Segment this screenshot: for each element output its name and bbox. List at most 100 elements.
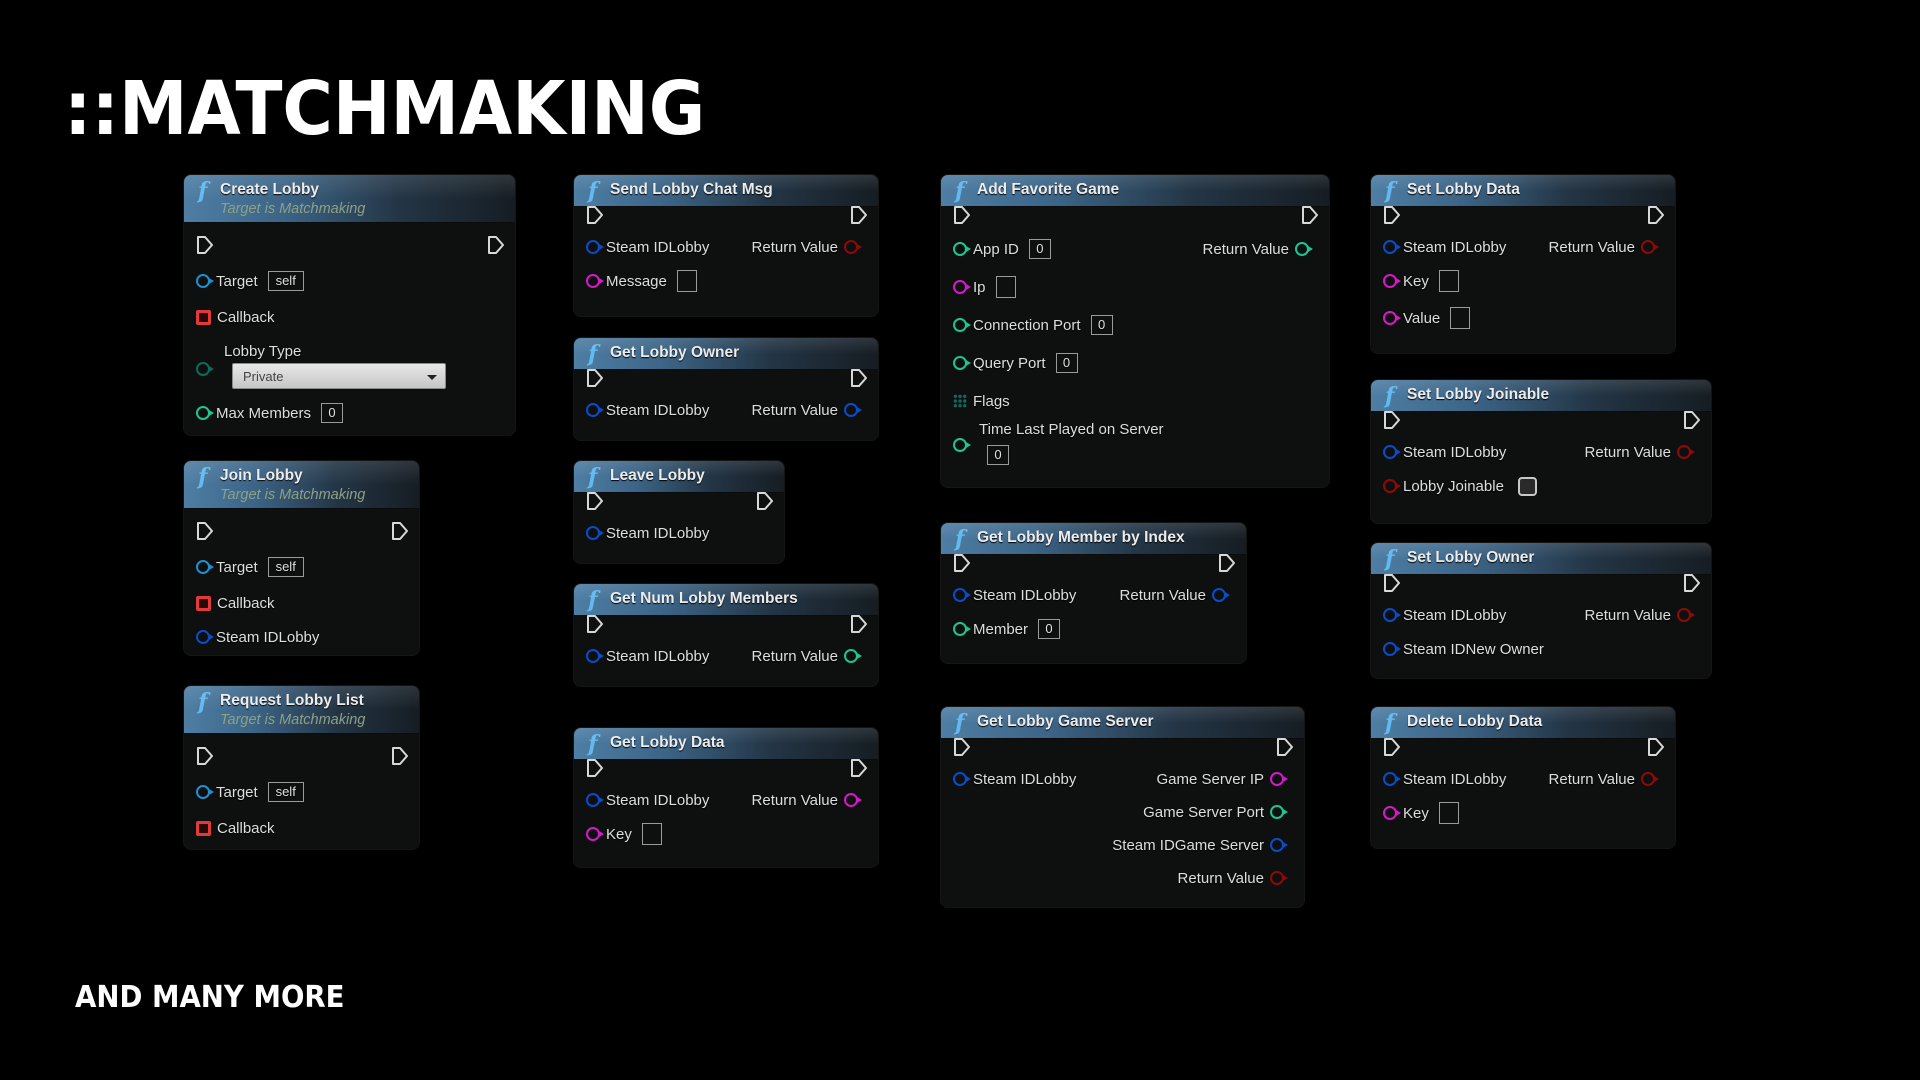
node-set-lobby-data[interactable]: f Set Lobby Data Steam IDLobby Return Value…: [1371, 175, 1675, 353]
exec-out[interactable]: [1218, 553, 1236, 573]
int-pin-icon[interactable]: [1270, 805, 1288, 819]
steam_id-pin-icon[interactable]: [1212, 588, 1230, 602]
steam_id-pin-icon[interactable]: [1383, 772, 1401, 786]
node-join-lobby[interactable]: f Join Lobby Target is Matchmaking Target se…: [184, 461, 419, 655]
exec-in[interactable]: [586, 491, 604, 511]
steam_id-pin-icon[interactable]: [1270, 838, 1288, 852]
input-steam-idlobby[interactable]: Steam IDLobby: [586, 239, 709, 256]
output-return-value[interactable]: Return Value: [1549, 239, 1659, 256]
input-callback[interactable]: Callback: [196, 595, 275, 612]
exec-in[interactable]: [196, 746, 214, 766]
steam_id-pin-icon[interactable]: [586, 649, 604, 663]
steam_id-pin-icon[interactable]: [196, 630, 214, 644]
exec-in[interactable]: [586, 368, 604, 388]
value-field[interactable]: self: [267, 271, 304, 291]
exec-out-icon[interactable]: [1647, 205, 1665, 225]
bool-pin-icon[interactable]: [1383, 479, 1401, 493]
output-return-value[interactable]: Return Value: [1585, 607, 1695, 624]
exec-in-icon[interactable]: [953, 205, 971, 225]
input-key[interactable]: Key: [1383, 270, 1459, 292]
input-steam-idlobby[interactable]: Steam IDLobby: [953, 587, 1076, 604]
exec-in-icon[interactable]: [1383, 205, 1401, 225]
node-leave-lobby[interactable]: f Leave Lobby Steam IDLobby: [574, 461, 784, 563]
text-field[interactable]: [1438, 270, 1459, 292]
value-field[interactable]: self: [267, 782, 304, 802]
value-field[interactable]: 0: [1055, 353, 1078, 373]
input-lobby-type[interactable]: [196, 362, 214, 376]
value-field[interactable]: 0: [1028, 239, 1051, 259]
int-pin-icon[interactable]: [953, 356, 971, 370]
input-app-id[interactable]: App ID 0: [953, 239, 1051, 259]
exec-out[interactable]: [1647, 205, 1665, 225]
input-steam-idlobby[interactable]: Steam IDLobby: [1383, 444, 1506, 461]
output-game-server-ip[interactable]: Game Server IP: [1156, 771, 1288, 788]
bool-pin-icon[interactable]: [1270, 871, 1288, 885]
string-pin-icon[interactable]: [1383, 274, 1401, 288]
output-return-value[interactable]: Return Value: [1549, 771, 1659, 788]
steam_id-pin-icon[interactable]: [1383, 240, 1401, 254]
exec-out[interactable]: [1683, 573, 1701, 593]
output-return-value[interactable]: Return Value: [1120, 587, 1230, 604]
node-set-lobby-owner[interactable]: f Set Lobby Owner Steam IDLobby Return Valu…: [1371, 543, 1711, 678]
output-return-value[interactable]: Return Value: [1203, 241, 1313, 258]
exec-out[interactable]: [850, 614, 868, 634]
node-delete-lobby-data[interactable]: f Delete Lobby Data Steam IDLobby Return Va…: [1371, 707, 1675, 848]
text-field[interactable]: [995, 276, 1016, 298]
bool-pin-icon[interactable]: [1641, 240, 1659, 254]
steam_id-pin-icon[interactable]: [844, 403, 862, 417]
bool-pin-icon[interactable]: [1677, 445, 1695, 459]
input-steam-idlobby[interactable]: Steam IDLobby: [586, 648, 709, 665]
string-pin-icon[interactable]: [586, 827, 604, 841]
exec-in[interactable]: [586, 614, 604, 634]
input-steam-idlobby[interactable]: Steam IDLobby: [586, 402, 709, 419]
exec-in[interactable]: [1383, 410, 1401, 430]
output-game-server-port[interactable]: Game Server Port: [1143, 804, 1288, 821]
input-max-members[interactable]: Max Members 0: [196, 403, 344, 423]
int-pin-icon[interactable]: [953, 318, 971, 332]
text-field[interactable]: [641, 823, 662, 845]
node-get-lobby-data[interactable]: f Get Lobby Data Steam IDLobby Return Value…: [574, 728, 878, 867]
string-pin-icon[interactable]: [1383, 806, 1401, 820]
string-pin-icon[interactable]: [844, 793, 862, 807]
exec-out[interactable]: [391, 521, 409, 541]
bool-pin-icon[interactable]: [844, 240, 862, 254]
input-steam-idlobby[interactable]: Steam IDLobby: [1383, 771, 1506, 788]
input-steam-idnew-owner[interactable]: Steam IDNew Owner: [1383, 641, 1544, 658]
exec-out[interactable]: [1301, 205, 1319, 225]
int-pin-icon[interactable]: [953, 622, 971, 636]
exec-out[interactable]: [756, 491, 774, 511]
exec-in[interactable]: [196, 521, 214, 541]
exec-in-icon[interactable]: [196, 521, 214, 541]
steam_id-pin-icon[interactable]: [586, 240, 604, 254]
exec-in-icon[interactable]: [586, 491, 604, 511]
exec-in-icon[interactable]: [953, 737, 971, 757]
exec-in-icon[interactable]: [586, 205, 604, 225]
input-value[interactable]: Value: [1383, 307, 1471, 329]
input-target[interactable]: Target self: [196, 557, 304, 577]
input-time-last-played-on-server[interactable]: [953, 438, 971, 452]
node-request-lobby-list[interactable]: f Request Lobby List Target is Matchmaking…: [184, 686, 419, 849]
exec-out-icon[interactable]: [1301, 205, 1319, 225]
flags-pin-icon[interactable]: [953, 394, 967, 408]
input-steam-idlobby[interactable]: Steam IDLobby: [196, 629, 319, 646]
exec-in-icon[interactable]: [953, 553, 971, 573]
exec-in-icon[interactable]: [586, 758, 604, 778]
exec-in[interactable]: [953, 737, 971, 757]
checkbox[interactable]: [1517, 476, 1537, 496]
node-header[interactable]: f Create Lobby Target is Matchmaking: [184, 175, 515, 223]
exec-in[interactable]: [1383, 205, 1401, 225]
input-flags[interactable]: Flags: [953, 393, 1010, 410]
output-return-value[interactable]: Return Value: [752, 402, 862, 419]
exec-in-icon[interactable]: [586, 368, 604, 388]
input-callback[interactable]: Callback: [196, 820, 275, 837]
text-field[interactable]: [1450, 307, 1471, 329]
steam_id-pin-icon[interactable]: [586, 793, 604, 807]
node-set-lobby-joinable[interactable]: f Set Lobby Joinable Steam IDLobby Return V…: [1371, 380, 1711, 523]
exec-in[interactable]: [196, 235, 214, 255]
node-send-lobby-chat-msg[interactable]: f Send Lobby Chat Msg Steam IDLobby Return …: [574, 175, 878, 316]
input-member[interactable]: Member 0: [953, 619, 1061, 639]
exec-in[interactable]: [1383, 573, 1401, 593]
exec-in[interactable]: [1383, 737, 1401, 757]
steam_id-pin-icon[interactable]: [586, 526, 604, 540]
exec-out-icon[interactable]: [1683, 573, 1701, 593]
